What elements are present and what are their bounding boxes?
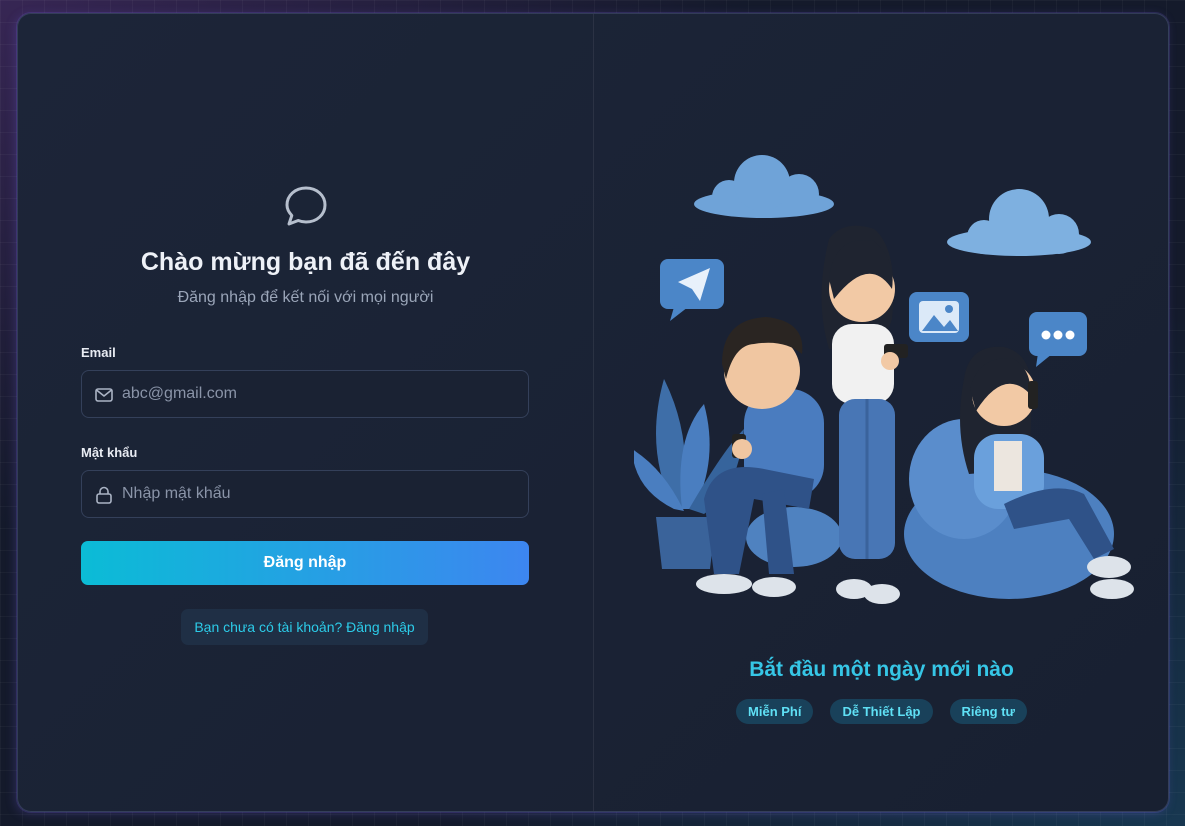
man-figure [696, 317, 842, 597]
lock-icon [96, 486, 112, 504]
promo-panel: Bắt đầu một ngày mới nào Miễn Phí Dễ Thi… [594, 14, 1168, 811]
people-chatting-illustration [634, 155, 1134, 604]
woman-on-beanbag-figure [904, 346, 1134, 599]
cloud-left [694, 155, 834, 218]
email-field-wrapper [81, 370, 529, 418]
login-panel: Chào mừng bạn đã đến đây Đăng nhập để kế… [18, 14, 593, 811]
register-link[interactable]: Bạn chưa có tài khoản? Đăng nhập [181, 609, 428, 645]
mail-icon [95, 388, 113, 402]
send-bubble-icon [660, 259, 724, 321]
login-button[interactable]: Đăng nhập [81, 541, 529, 585]
email-label: Email [81, 345, 116, 360]
password-field[interactable] [122, 471, 522, 517]
login-card: Chào mừng bạn đã đến đây Đăng nhập để kế… [17, 13, 1169, 812]
chat-bubble-icon [285, 186, 327, 226]
email-field[interactable] [122, 371, 522, 417]
page-subtitle: Đăng nhập để kết nối với mọi người [177, 289, 434, 306]
image-bubble-icon [909, 292, 969, 342]
chip-private: Riêng tư [949, 699, 1027, 724]
password-label: Mật khẩu [81, 445, 138, 460]
password-field-wrapper [81, 470, 529, 518]
feature-chips: Miễn Phí Dễ Thiết Lập Riêng tư [594, 699, 1168, 724]
page-title: Chào mừng bạn đã đến đây [140, 248, 471, 276]
promo-tagline: Bắt đầu một ngày mới nào [749, 658, 1014, 681]
chip-easy-setup: Dễ Thiết Lập [830, 699, 933, 724]
cloud-right [947, 189, 1091, 256]
chip-free: Miễn Phí [736, 699, 814, 724]
message-dots-icon [1029, 312, 1087, 367]
